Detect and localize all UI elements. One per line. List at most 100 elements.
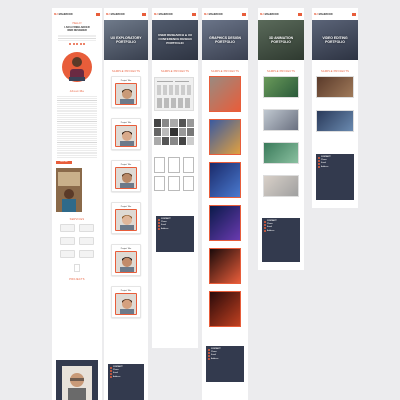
hero-title: GRAPHICS DESIGN PORTFOLIO (209, 35, 241, 44)
services-title: SERVICES (69, 218, 85, 221)
menu-icon[interactable] (142, 12, 146, 16)
service-item (60, 250, 75, 258)
intro-text (58, 34, 96, 41)
linkedin-icon[interactable] (76, 42, 78, 45)
service-item (60, 237, 75, 245)
screen-ux-exploratory: MJ MAHMOOD UX EXPLORATORY PORTFOLIO SAMPL… (104, 8, 148, 400)
featured-project-photo (62, 366, 92, 400)
contact-card: CONTACT Phone Email Address (156, 216, 194, 252)
contact-card: CONTACT Phone Email Address (316, 154, 354, 200)
header: MJ MAHMOOD (202, 8, 248, 20)
project-title: Project Title (120, 248, 132, 250)
menu-icon[interactable] (298, 12, 302, 16)
logo[interactable]: MJ MAHMOOD (106, 13, 125, 16)
wireframe-set (154, 157, 194, 191)
menu-icon[interactable] (192, 12, 196, 16)
service-item (79, 224, 94, 232)
project-card[interactable]: Project Title (111, 286, 141, 318)
dribbble-icon[interactable] (83, 42, 85, 45)
logo[interactable]: MJ MAHMOOD (154, 13, 173, 16)
contact-address: Address (267, 229, 275, 232)
logo[interactable]: MJ MAHMOOD (204, 13, 223, 16)
hero-banner: VIDEO EDITING PORTFOLIO (312, 20, 358, 60)
design-artwork[interactable] (209, 291, 241, 327)
workspace-photo (56, 168, 82, 212)
profile-photo (62, 51, 92, 82)
service-item (60, 224, 75, 232)
hire-button[interactable]: HIRE ME (56, 160, 72, 164)
video-thumbnail[interactable] (316, 76, 354, 98)
featured-project-card[interactable] (56, 360, 98, 400)
hero-title: VIDEO EDITING PORTFOLIO (322, 35, 348, 44)
screen-user-research: MJ MAHMOOD USER RESEARCH & UX CONFERENCE … (152, 8, 198, 348)
project-photo (115, 209, 137, 231)
profile-screen: MJ MAHMOOD HELLO! I AM A FREELANCER WEB D… (52, 8, 102, 400)
service-item (74, 264, 80, 272)
section-title: SAMPLE PROJECTS (210, 70, 240, 73)
header: MJ MAHMOOD (104, 8, 148, 20)
chart-grid (154, 119, 194, 145)
hero-banner: USER RESEARCH & UX CONFERENCE DESIGN POR… (152, 20, 198, 60)
contact-address: Address (321, 165, 329, 168)
hero-banner: UX EXPLORATORY PORTFOLIO (104, 20, 148, 60)
project-photo (115, 251, 137, 273)
header: MJ MAHMOOD (52, 8, 102, 20)
project-card[interactable]: Project Title (111, 244, 141, 276)
screen-graphics-design: MJ MAHMOOD GRAPHICS DESIGN PORTFOLIO SAMP… (202, 8, 248, 400)
menu-icon[interactable] (352, 12, 356, 16)
screen-video-editing: MJ MAHMOOD VIDEO EDITING PORTFOLIO SAMPLE… (312, 8, 358, 208)
contact-address: Address (211, 357, 219, 360)
project-card[interactable]: Project Title (111, 202, 141, 234)
menu-icon[interactable] (96, 12, 100, 16)
about-title: About Me (69, 88, 85, 93)
intro-title: WEB DESIGNER (67, 29, 87, 32)
research-board (154, 77, 194, 111)
animation-thumbnail[interactable] (263, 109, 299, 131)
logo[interactable]: MJ MAHMOOD (314, 13, 333, 16)
project-title: Project Title (120, 206, 132, 208)
service-item (79, 250, 94, 258)
header: MJ MAHMOOD (258, 8, 304, 20)
header: MJ MAHMOOD (152, 8, 198, 20)
contact-address: Address (161, 227, 169, 230)
project-photo (115, 293, 137, 315)
header: MJ MAHMOOD (312, 8, 358, 20)
about-text (57, 95, 97, 158)
animation-thumbnail[interactable] (263, 175, 299, 197)
screen-3d-animation: MJ MAHMOOD 3D ANIMATION PORTFOLIO SAMPLE … (258, 8, 304, 270)
design-artwork[interactable] (209, 248, 241, 284)
logo[interactable]: MJ MAHMOOD (54, 13, 73, 16)
project-title: Project Title (120, 80, 132, 82)
project-photo (115, 83, 137, 105)
section-title: SAMPLE PROJECTS (111, 70, 141, 73)
project-photo (115, 125, 137, 147)
design-artwork[interactable] (209, 76, 241, 112)
hero-banner: GRAPHICS DESIGN PORTFOLIO (202, 20, 248, 60)
project-photo (115, 167, 137, 189)
logo[interactable]: MJ MAHMOOD (260, 13, 279, 16)
menu-icon[interactable] (242, 12, 246, 16)
project-card[interactable]: Project Title (111, 76, 141, 108)
project-title: Project Title (120, 290, 132, 292)
service-item (79, 237, 94, 245)
instagram-icon[interactable] (79, 42, 82, 45)
twitter-icon[interactable] (72, 42, 75, 45)
animation-thumbnail[interactable] (263, 142, 299, 164)
project-card[interactable]: Project Title (111, 118, 141, 150)
project-card[interactable]: Project Title (111, 160, 141, 192)
hero-title: 3D ANIMATION PORTFOLIO (268, 35, 294, 44)
projects-title: PROJECTS (69, 278, 85, 281)
facebook-icon[interactable] (69, 42, 71, 45)
design-artwork[interactable] (209, 119, 241, 155)
project-title: Project Title (120, 122, 132, 124)
hero-title: UX EXPLORATORY PORTFOLIO (110, 35, 142, 44)
contact-card: CONTACT Phone Email Address (108, 364, 144, 400)
project-title: Project Title (120, 164, 132, 166)
contact-card: CONTACT Phone Email Address (262, 218, 300, 262)
design-artwork[interactable] (209, 205, 241, 241)
animation-thumbnail[interactable] (263, 76, 299, 98)
hero-banner: 3D ANIMATION PORTFOLIO (258, 20, 304, 60)
design-artwork[interactable] (209, 162, 241, 198)
hero-title: USER RESEARCH & UX CONFERENCE DESIGN POR… (157, 33, 192, 45)
video-thumbnail[interactable] (316, 110, 354, 132)
